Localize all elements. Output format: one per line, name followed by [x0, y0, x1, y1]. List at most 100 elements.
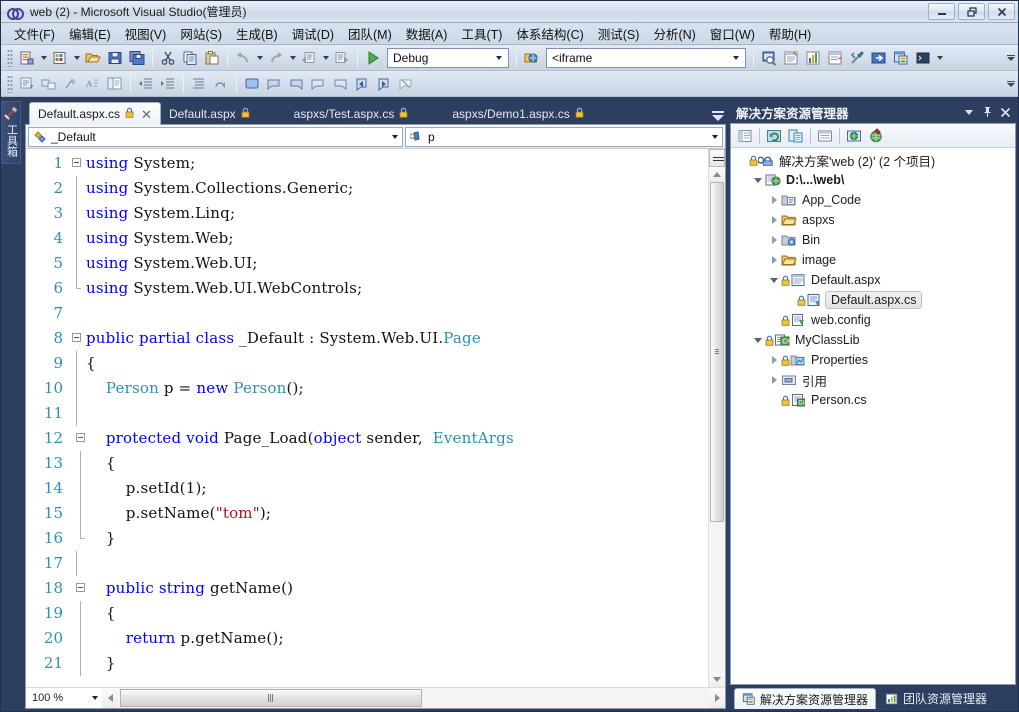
- tree-item[interactable]: D:\...\web\: [731, 170, 1015, 190]
- toggle-all-outlining-icon[interactable]: [241, 73, 263, 95]
- find-in-files-icon[interactable]: [758, 47, 780, 69]
- menu-test[interactable]: 测试(S): [591, 22, 647, 45]
- code-line[interactable]: 9{: [26, 351, 708, 376]
- increase-indent-icon[interactable]: [157, 73, 179, 95]
- code-line[interactable]: 17: [26, 551, 708, 576]
- nest-related-files-icon[interactable]: [785, 126, 807, 146]
- menu-help[interactable]: 帮助(H): [762, 22, 818, 45]
- tree-item[interactable]: Properties: [731, 350, 1015, 370]
- code-line[interactable]: 20 return p.getName();: [26, 626, 708, 651]
- step-into-icon[interactable]: [868, 47, 890, 69]
- menu-file[interactable]: 文件(F): [7, 22, 62, 45]
- split-view-button[interactable]: [709, 149, 725, 167]
- outlining-margin[interactable]: [70, 551, 86, 576]
- scroll-down-button[interactable]: [709, 672, 725, 687]
- outlining-margin[interactable]: [70, 301, 86, 326]
- code-line[interactable]: 10 Person p = new Person();: [26, 376, 708, 401]
- tree-expander-open-icon[interactable]: [767, 277, 781, 283]
- properties-icon[interactable]: [734, 126, 756, 146]
- navigate-forward-icon[interactable]: [331, 47, 353, 69]
- tree-item[interactable]: image: [731, 250, 1015, 270]
- outlining-margin[interactable]: [70, 276, 86, 301]
- tree-expander-open-icon[interactable]: [751, 177, 765, 183]
- code-line[interactable]: 4 using System.Web;: [26, 226, 708, 251]
- solution-explorer-icon[interactable]: [890, 47, 912, 69]
- outlining-margin[interactable]: [70, 651, 86, 676]
- new-project-icon[interactable]: [16, 47, 38, 69]
- redo-dropdown-icon[interactable]: [287, 47, 298, 69]
- toolbar-overflow-button[interactable]: [1004, 73, 1018, 95]
- tree-item[interactable]: Default.aspx: [731, 270, 1015, 290]
- outlining-margin[interactable]: [70, 376, 86, 401]
- code-line[interactable]: 13 {: [26, 451, 708, 476]
- menu-debug[interactable]: 调试(D): [285, 22, 341, 45]
- tools-options-icon[interactable]: [846, 47, 868, 69]
- previous-bookmark-icon[interactable]: [263, 73, 285, 95]
- show-all-files-icon[interactable]: [814, 126, 836, 146]
- minimize-button[interactable]: [928, 3, 955, 20]
- new-website-icon[interactable]: [49, 47, 71, 69]
- navigate-backward-icon[interactable]: [298, 47, 320, 69]
- code-line[interactable]: 8 public partial class _Default : System.…: [26, 326, 708, 351]
- tab-default-aspx[interactable]: Default.aspx: [161, 103, 258, 125]
- view-in-browser-icon[interactable]: [843, 126, 865, 146]
- panel-dropdown-button[interactable]: [961, 104, 977, 120]
- copy-icon[interactable]: [179, 47, 201, 69]
- menu-architecture[interactable]: 体系结构(C): [509, 22, 590, 45]
- refresh-icon[interactable]: [763, 126, 785, 146]
- tree-item[interactable]: Bin: [731, 230, 1015, 250]
- clear-all-bookmarks-icon[interactable]: [395, 73, 417, 95]
- outlining-margin[interactable]: [70, 251, 86, 276]
- redo-icon[interactable]: [265, 47, 287, 69]
- menu-edit[interactable]: 编辑(E): [62, 22, 118, 45]
- outlining-margin[interactable]: [70, 151, 86, 176]
- solution-configuration-combo[interactable]: Debug: [387, 47, 509, 68]
- code-line[interactable]: 12 protected void Page_Load(object sende…: [26, 426, 708, 451]
- toolbox-tab[interactable]: 工具箱: [1, 101, 21, 164]
- outlining-margin[interactable]: [70, 226, 86, 251]
- next-bookmark-icon[interactable]: [285, 73, 307, 95]
- undo-icon[interactable]: [232, 47, 254, 69]
- paste-icon[interactable]: [201, 47, 223, 69]
- zoom-dropdown-icon[interactable]: [88, 688, 102, 708]
- outlining-margin[interactable]: [70, 401, 86, 426]
- collapse-outline-icon[interactable]: [76, 433, 85, 442]
- menu-tools[interactable]: 工具(T): [454, 22, 509, 45]
- code-editor[interactable]: 1 using System; 2 using System.Collections.…: [26, 149, 725, 687]
- outlining-margin[interactable]: [70, 176, 86, 201]
- horizontal-scroll-thumb[interactable]: [120, 689, 422, 707]
- collapse-outline-icon[interactable]: [76, 583, 85, 592]
- toolbar-grip[interactable]: [7, 74, 13, 93]
- menu-website[interactable]: 网站(S): [173, 22, 229, 45]
- tab-solution-explorer[interactable]: 解决方案资源管理器: [734, 688, 877, 709]
- tree-expander-closed-icon[interactable]: [767, 256, 781, 264]
- tab-overflow-button[interactable]: [712, 111, 730, 124]
- outlining-margin[interactable]: [70, 351, 86, 376]
- object-browser-icon[interactable]: [824, 47, 846, 69]
- code-line[interactable]: 11: [26, 401, 708, 426]
- member-navigation-combo[interactable]: p: [405, 127, 723, 147]
- tree-expander-closed-icon[interactable]: [767, 236, 781, 244]
- scroll-right-button[interactable]: [709, 688, 725, 708]
- menu-window[interactable]: 窗口(W): [703, 22, 762, 45]
- asp-net-configuration-icon[interactable]: [865, 126, 887, 146]
- zoom-level[interactable]: 100 %: [26, 688, 88, 708]
- open-file-icon[interactable]: [82, 47, 104, 69]
- editor-vertical-scrollbar[interactable]: [708, 149, 725, 687]
- navigate-backward-dropdown-icon[interactable]: [320, 47, 331, 69]
- tree-item[interactable]: 解决方案'web (2)' (2 个项目): [731, 150, 1015, 170]
- outlining-margin[interactable]: [70, 576, 86, 601]
- code-line[interactable]: 6 using System.Web.UI.WebControls;: [26, 276, 708, 301]
- undo-dropdown-icon[interactable]: [254, 47, 265, 69]
- save-all-icon[interactable]: [126, 47, 148, 69]
- code-line[interactable]: 14 p.setId(1);: [26, 476, 708, 501]
- tree-item[interactable]: Default.aspx.cs: [731, 290, 1015, 310]
- chevron-down-icon[interactable]: [708, 135, 722, 139]
- tab-default-aspx-cs[interactable]: Default.aspx.cs ✕: [29, 102, 161, 125]
- insert-snippet-icon[interactable]: [38, 73, 60, 95]
- properties-window-icon[interactable]: [780, 47, 802, 69]
- tree-item[interactable]: 引用: [731, 370, 1015, 390]
- comment-selection-icon[interactable]: A: [82, 73, 104, 95]
- tree-expander-open-icon[interactable]: [751, 337, 765, 343]
- code-line[interactable]: 5 using System.Web.UI;: [26, 251, 708, 276]
